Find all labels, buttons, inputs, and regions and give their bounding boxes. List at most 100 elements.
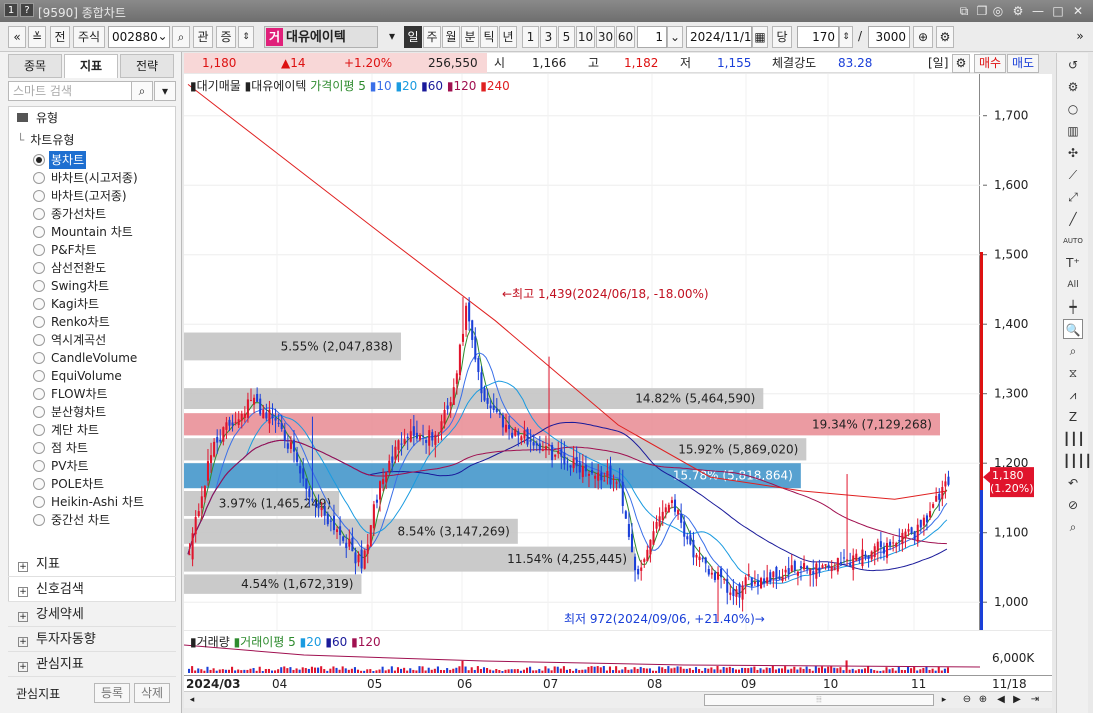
more-button[interactable]: »: [1073, 26, 1087, 48]
chart-type-item[interactable]: P&F차트: [9, 241, 175, 259]
expand-icon[interactable]: +: [18, 562, 28, 572]
radio-button[interactable]: [33, 496, 45, 508]
filter-icon[interactable]: ▾: [154, 81, 176, 101]
minute-30[interactable]: 30: [596, 26, 615, 48]
chart-type-item[interactable]: EquiVolume: [9, 367, 175, 385]
chart-type-item[interactable]: Renko차트: [9, 313, 175, 331]
section-2[interactable]: + 강세약세: [8, 603, 176, 627]
section-1[interactable]: + 신호검색: [8, 578, 176, 602]
section-0[interactable]: + 지표: [8, 553, 176, 577]
jeung-button[interactable]: 증: [216, 26, 236, 48]
fibonacci-tool-icon[interactable]: ⩘: [1063, 385, 1083, 405]
radio-button[interactable]: [33, 226, 45, 238]
radio-button[interactable]: [33, 190, 45, 202]
radio-button[interactable]: [33, 280, 45, 292]
code-dropdown-icon[interactable]: ⌄: [155, 26, 170, 48]
chart-type-item[interactable]: 삼선전환도: [9, 259, 175, 277]
smart-search-input[interactable]: 스마트 검색: [8, 81, 132, 101]
radio-button[interactable]: [33, 352, 45, 364]
radio-button[interactable]: [33, 406, 45, 418]
radio-button[interactable]: [33, 154, 45, 166]
tab-stocks[interactable]: 종목: [8, 54, 62, 78]
minute-1[interactable]: 1: [522, 26, 539, 48]
page-left-icon[interactable]: ◀: [994, 693, 1008, 707]
dang-button[interactable]: 당: [772, 26, 792, 48]
radio-button[interactable]: [33, 442, 45, 454]
gear-icon[interactable]: ⚙: [1063, 77, 1083, 97]
chart-type-item[interactable]: PV차트: [9, 457, 175, 475]
section-4[interactable]: + 관심지표: [8, 653, 176, 677]
radio-button[interactable]: [33, 370, 45, 382]
minimize-icon[interactable]: —: [1030, 3, 1046, 19]
register-button[interactable]: 등록: [94, 683, 130, 703]
radio-button[interactable]: [33, 460, 45, 472]
chart-type-item[interactable]: Heikin-Ashi 차트: [9, 493, 175, 511]
chart-type-item[interactable]: FLOW차트: [9, 385, 175, 403]
candle-tool-icon[interactable]: ┿: [1063, 297, 1083, 317]
price-axis[interactable]: 1,700 1,600 1,500 1,400 1,300 1,200 1,100 1,000…: [980, 74, 1052, 630]
chart-type-item[interactable]: Kagi차트: [9, 295, 175, 313]
buy-button[interactable]: 매수: [974, 54, 1006, 73]
text-tool-icon[interactable]: T⁺: [1063, 253, 1083, 273]
stock-menu-icon[interactable]: ▾: [384, 26, 400, 48]
zigzag-tool-icon[interactable]: Z: [1063, 407, 1083, 427]
tree-group[interactable]: └ 차트유형: [17, 131, 74, 149]
all-tool-icon[interactable]: All: [1063, 275, 1083, 295]
cycle-lines-icon[interactable]: ┃┃┃┃: [1063, 451, 1092, 471]
radio-button[interactable]: [33, 262, 45, 274]
zoom-area-icon[interactable]: ⌕: [1063, 341, 1083, 361]
gwan-button[interactable]: 관: [193, 26, 213, 48]
scroll-thumb[interactable]: ⦙⦙⦙: [704, 694, 934, 706]
undo-icon[interactable]: ↶: [1063, 473, 1083, 493]
market-select[interactable]: 주식: [73, 26, 105, 48]
auto-tool-icon[interactable]: AUTO: [1063, 231, 1083, 251]
search-icon[interactable]: ⌕: [172, 26, 190, 48]
page-right-icon[interactable]: ▶: [1010, 693, 1024, 707]
ray-tool-icon[interactable]: ⤢: [1063, 187, 1083, 207]
tab-indicators[interactable]: 지표: [64, 54, 118, 78]
cross-tool-icon[interactable]: ✣: [1063, 143, 1083, 163]
chart-type-item[interactable]: Swing차트: [9, 277, 175, 295]
maximize-icon[interactable]: □: [1050, 3, 1066, 19]
tab-strategy[interactable]: 전략: [120, 54, 174, 78]
max-bars-input[interactable]: 3000: [868, 26, 910, 48]
chart-type-item[interactable]: 종가선차트: [9, 205, 175, 223]
bars-input[interactable]: 170: [797, 26, 839, 48]
refresh-icon[interactable]: ↺: [1063, 55, 1083, 75]
help-icon[interactable]: ?: [20, 3, 34, 17]
period-week[interactable]: 주: [423, 26, 441, 48]
chart-type-item[interactable]: 바차트(시고저종): [9, 169, 175, 187]
zoom-add-icon[interactable]: ⊕: [913, 26, 933, 48]
period-month[interactable]: 월: [442, 26, 460, 48]
chart-type-item[interactable]: POLE차트: [9, 475, 175, 493]
period-tick[interactable]: 틱: [480, 26, 498, 48]
radio-button[interactable]: [33, 478, 45, 490]
bars-spinner[interactable]: ⇕: [839, 26, 853, 48]
delete-button[interactable]: 삭제: [134, 683, 170, 703]
radio-button[interactable]: [33, 334, 45, 346]
volume-chart[interactable]: ▮거래량 ▮거래이평 5 ▮20 ▮60 ▮120: [184, 631, 980, 675]
circle-tool-icon[interactable]: ○: [1063, 99, 1083, 119]
chart-type-item[interactable]: 봉차트: [9, 151, 175, 169]
radio-button[interactable]: [33, 424, 45, 436]
chart-type-item[interactable]: 중간선 차트: [9, 511, 175, 529]
chart-type-item[interactable]: 점 차트: [9, 439, 175, 457]
line-tool-icon[interactable]: ⟋: [1063, 165, 1083, 185]
settings-icon[interactable]: ⚙: [1010, 3, 1026, 19]
radio-button[interactable]: [33, 244, 45, 256]
minute-5[interactable]: 5: [558, 26, 575, 48]
count-dropdown-icon[interactable]: ⌄: [667, 26, 683, 48]
expand-icon[interactable]: +: [18, 662, 28, 672]
radio-button[interactable]: [33, 172, 45, 184]
end-icon[interactable]: ⇥: [1028, 693, 1042, 707]
link-icon[interactable]: ⧉: [956, 3, 972, 19]
zoom-minus-icon[interactable]: ⊖: [960, 693, 974, 707]
price-chart[interactable]: 5.55% (2,047,838) 14.82% (5,464,590) 19.34…: [184, 74, 980, 630]
nav-menu-button[interactable]: ≚: [28, 26, 46, 48]
window-number-icon[interactable]: 1: [4, 3, 18, 17]
eraser-icon[interactable]: ⊘: [1063, 495, 1083, 515]
jeon-button[interactable]: 전: [50, 26, 70, 48]
period-year[interactable]: 년: [499, 26, 517, 48]
updown-spinner[interactable]: ⇕: [238, 26, 254, 48]
bar-chart-tool-icon[interactable]: ▥: [1063, 121, 1083, 141]
